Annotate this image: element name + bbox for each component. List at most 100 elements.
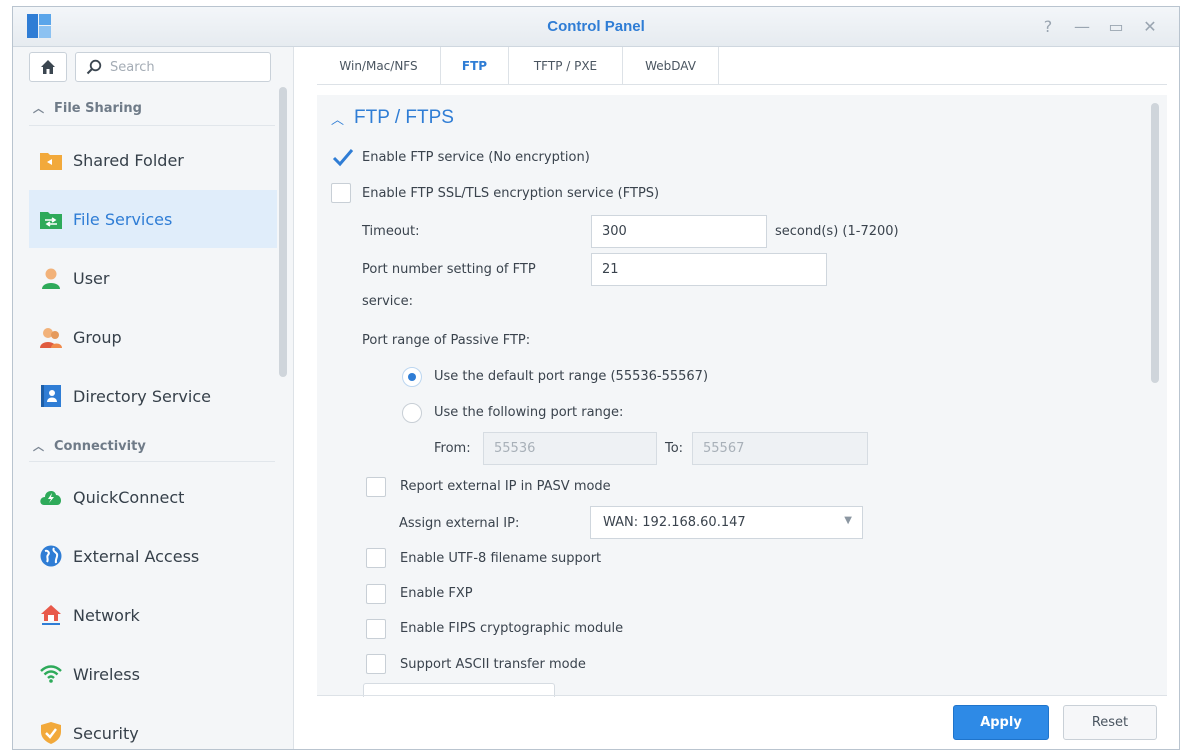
tab-win-mac-nfs[interactable]: Win/Mac/NFS xyxy=(317,47,441,85)
enable-ftp-label: Enable FTP service (No encryption) xyxy=(362,150,590,165)
quickconnect-icon xyxy=(39,485,63,509)
utf8-checkbox[interactable] xyxy=(366,548,386,568)
divider xyxy=(29,125,275,126)
search-icon xyxy=(86,59,102,75)
external-access-icon xyxy=(39,544,63,568)
close-icon[interactable]: ✕ xyxy=(1139,16,1161,38)
sidebar-item-label: Wireless xyxy=(73,664,140,684)
home-icon xyxy=(41,60,55,74)
report-external-ip-checkbox[interactable] xyxy=(366,477,386,497)
file-services-icon xyxy=(39,207,63,231)
timeout-unit-label: second(s) (1-7200) xyxy=(775,224,899,239)
from-port-input[interactable]: 55536 xyxy=(483,432,657,465)
security-icon xyxy=(39,721,63,745)
section-header-ftp-ftps[interactable]: ︿ FTP / FTPS xyxy=(331,107,454,129)
sidebar-item-shared-folder[interactable]: Shared Folder xyxy=(29,131,277,189)
assign-ip-value: WAN: 192.168.60.147 xyxy=(603,515,746,530)
reset-button[interactable]: Reset xyxy=(1063,705,1157,740)
custom-range-radio[interactable] xyxy=(402,403,422,423)
main-content: Win/Mac/NFS FTP TFTP / PXE WebDAV ︿ FTP … xyxy=(295,47,1179,749)
chevron-up-icon: ︿ xyxy=(33,440,44,453)
to-port-input[interactable]: 55567 xyxy=(692,432,868,465)
footer-divider xyxy=(317,695,1167,696)
sidebar-item-label: Group xyxy=(73,327,122,347)
sidebar-item-label: User xyxy=(73,268,110,288)
tab-ftp[interactable]: FTP xyxy=(441,47,509,85)
enable-ftps-checkbox[interactable] xyxy=(331,183,351,203)
sidebar-item-label: Network xyxy=(73,605,140,625)
title-bar: Control Panel ? — ▭ ✕ xyxy=(13,7,1179,47)
sidebar-item-label: QuickConnect xyxy=(73,487,185,507)
timeout-input[interactable]: 300 xyxy=(591,215,767,248)
section-title: FTP / FTPS xyxy=(354,107,454,128)
user-icon xyxy=(39,266,63,290)
sidebar-item-label: Shared Folder xyxy=(73,150,184,170)
sidebar: Search ︿ File Sharing Shared Folder File… xyxy=(13,47,294,749)
from-label: From: xyxy=(434,441,471,456)
group-icon xyxy=(39,325,63,349)
sidebar-item-external-access[interactable]: External Access xyxy=(29,527,277,585)
network-icon xyxy=(39,603,63,627)
port-label-line2: service: xyxy=(362,294,413,309)
sidebar-item-quickconnect[interactable]: QuickConnect xyxy=(29,468,277,526)
checkmark-icon xyxy=(332,149,354,167)
fxp-label: Enable FXP xyxy=(400,586,473,601)
ascii-label: Support ASCII transfer mode xyxy=(400,657,586,672)
section-header-connectivity[interactable]: ︿ Connectivity xyxy=(33,435,146,457)
chevron-up-icon: ︿ xyxy=(331,111,345,127)
tab-tftp-pxe[interactable]: TFTP / PXE xyxy=(509,47,623,85)
report-external-ip-label: Report external IP in PASV mode xyxy=(400,479,611,494)
to-label: To: xyxy=(665,441,684,456)
shared-folder-icon xyxy=(39,148,63,172)
fips-checkbox[interactable] xyxy=(366,619,386,639)
search-input[interactable]: Search xyxy=(75,52,271,82)
enable-ftps-label: Enable FTP SSL/TLS encryption service (F… xyxy=(362,186,660,201)
sidebar-item-directory-service[interactable]: Directory Service xyxy=(29,367,277,425)
section-header-file-sharing[interactable]: ︿ File Sharing xyxy=(33,97,142,119)
timeout-label: Timeout: xyxy=(362,224,420,239)
chevron-down-icon: ▼ xyxy=(844,515,852,526)
sidebar-item-label: Directory Service xyxy=(73,386,211,406)
apply-button[interactable]: Apply xyxy=(953,705,1049,740)
assign-ip-label: Assign external IP: xyxy=(399,516,520,531)
sidebar-item-label: File Services xyxy=(73,209,173,229)
ascii-checkbox[interactable] xyxy=(366,654,386,674)
default-range-label: Use the default port range (55536-55567) xyxy=(434,369,709,384)
default-range-radio[interactable] xyxy=(402,367,422,387)
sidebar-item-label: Security xyxy=(73,723,139,743)
wireless-icon xyxy=(39,662,63,686)
control-panel-window: Control Panel ? — ▭ ✕ Search ︿ File Shar… xyxy=(12,6,1180,750)
sidebar-item-group[interactable]: Group xyxy=(29,308,277,366)
divider xyxy=(29,461,275,462)
tab-webdav[interactable]: WebDAV xyxy=(623,47,719,85)
sidebar-item-network[interactable]: Network xyxy=(29,586,277,644)
section-label: File Sharing xyxy=(54,100,142,116)
sidebar-item-wireless[interactable]: Wireless xyxy=(29,645,277,703)
port-label-line1: Port number setting of FTP xyxy=(362,262,536,277)
fips-label: Enable FIPS cryptographic module xyxy=(400,621,624,636)
window-title: Control Panel xyxy=(547,18,645,35)
chevron-up-icon: ︿ xyxy=(33,102,44,115)
help-icon[interactable]: ? xyxy=(1037,16,1059,38)
utf8-label: Enable UTF-8 filename support xyxy=(400,551,602,566)
maximize-icon[interactable]: ▭ xyxy=(1105,16,1127,38)
sidebar-item-security[interactable]: Security xyxy=(29,704,277,749)
custom-range-label: Use the following port range: xyxy=(434,405,624,420)
passive-range-label: Port range of Passive FTP: xyxy=(362,333,531,348)
panel-scrollbar[interactable] xyxy=(1151,103,1159,383)
search-placeholder: Search xyxy=(110,60,155,75)
sidebar-item-file-services[interactable]: File Services xyxy=(29,190,277,248)
enable-ftp-checkbox[interactable] xyxy=(331,147,354,167)
port-input[interactable]: 21 xyxy=(591,253,827,286)
minimize-icon[interactable]: — xyxy=(1071,16,1093,38)
sidebar-item-user[interactable]: User xyxy=(29,249,277,307)
fxp-checkbox[interactable] xyxy=(366,584,386,604)
section-label: Connectivity xyxy=(54,438,146,454)
sidebar-scrollbar[interactable] xyxy=(279,87,287,377)
directory-service-icon xyxy=(39,384,63,408)
home-button[interactable] xyxy=(29,52,67,82)
tab-bar: Win/Mac/NFS FTP TFTP / PXE WebDAV xyxy=(317,47,1167,85)
assign-ip-select[interactable]: WAN: 192.168.60.147 ▼ xyxy=(590,506,863,539)
ftp-settings-panel: ︿ FTP / FTPS Enable FTP service (No encr… xyxy=(317,95,1167,697)
sidebar-item-label: External Access xyxy=(73,546,200,566)
